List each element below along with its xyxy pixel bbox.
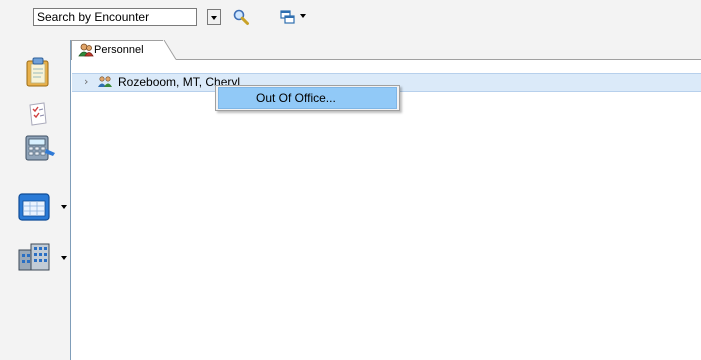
windows-icon[interactable] [279,8,297,26]
chevron-down-icon[interactable] [300,14,306,18]
chevron-down-icon[interactable] [61,256,67,260]
divider [176,59,701,60]
calculator-icon[interactable] [22,133,58,163]
tab-edge [163,40,177,60]
building-icon[interactable] [16,240,54,274]
search-icon[interactable] [232,8,250,26]
clipboard-icon[interactable] [22,56,54,88]
chevron-down-icon[interactable] [61,205,67,209]
chevron-right-icon[interactable]: › [84,76,92,87]
search-input[interactable]: Search by Encounter [33,8,197,26]
people-icon [78,43,94,57]
search-type-dropdown[interactable] [207,9,221,25]
group-icon [98,76,112,87]
checklist-icon[interactable] [24,101,50,127]
calendar-icon[interactable] [16,190,54,224]
menu-item-out-of-office[interactable]: Out Of Office... [218,87,397,109]
